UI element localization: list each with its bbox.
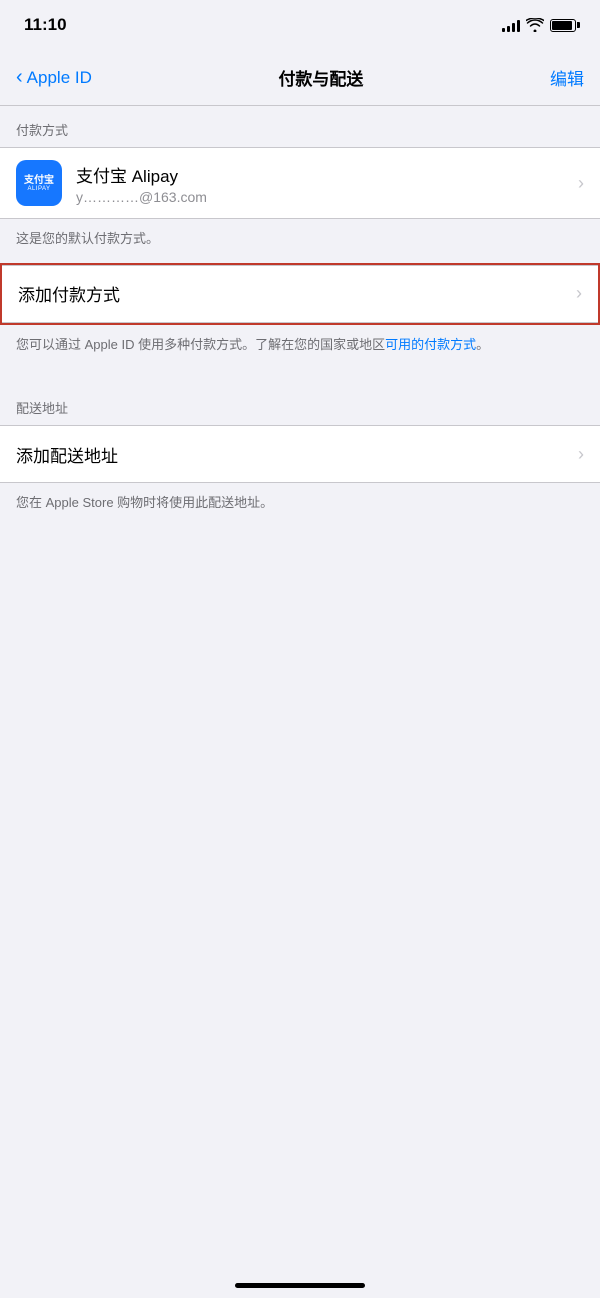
add-delivery-item[interactable]: 添加配送地址 › [0, 426, 600, 482]
alipay-logo-text: 支付宝 [24, 175, 54, 186]
info-text-part1: 您可以通过 Apple ID 使用多种付款方式。了解在您的国家或地区 [16, 337, 385, 352]
alipay-email: y…………@163.com [76, 189, 570, 205]
nav-bar: ‹ Apple ID 付款与配送 编辑 [0, 50, 600, 106]
alipay-content: 支付宝 Alipay y…………@163.com [76, 162, 570, 205]
back-button[interactable]: ‹ Apple ID [16, 68, 92, 88]
default-payment-text: 这是您的默认付款方式。 [0, 219, 600, 263]
alipay-sub-text: ALIPAY [27, 186, 50, 192]
battery-icon [550, 19, 576, 32]
payment-info-text: 您可以通过 Apple ID 使用多种付款方式。了解在您的国家或地区可用的付款方… [0, 325, 600, 369]
edit-button[interactable]: 编辑 [550, 65, 584, 90]
delivery-list: 添加配送地址 › [0, 425, 600, 483]
add-payment-wrapper: 添加付款方式 › [0, 263, 600, 325]
payment-list: 支付宝 ALIPAY 支付宝 Alipay y…………@163.com › [0, 147, 600, 219]
chevron-right-icon: › [576, 283, 582, 304]
back-label: Apple ID [27, 68, 92, 88]
chevron-right-icon: › [578, 444, 584, 465]
alipay-logo: 支付宝 ALIPAY [16, 160, 62, 206]
alipay-name: 支付宝 Alipay [76, 162, 570, 187]
home-indicator [235, 1283, 365, 1288]
delivery-info-text: 您在 Apple Store 购物时将使用此配送地址。 [0, 483, 600, 527]
alipay-item[interactable]: 支付宝 ALIPAY 支付宝 Alipay y…………@163.com › [0, 148, 600, 218]
info-text-part2: 。 [476, 337, 489, 352]
status-time: 11:10 [24, 15, 67, 35]
status-icons [502, 18, 576, 32]
add-delivery-label: 添加配送地址 [16, 442, 570, 467]
add-payment-label: 添加付款方式 [18, 281, 568, 306]
status-bar: 11:10 [0, 0, 600, 50]
chevron-left-icon: ‹ [16, 67, 23, 87]
signal-icon [502, 18, 520, 32]
delivery-section-header: 配送地址 [0, 384, 600, 425]
chevron-right-icon: › [578, 173, 584, 194]
add-payment-item[interactable]: 添加付款方式 › [2, 266, 598, 322]
delivery-section: 配送地址 添加配送地址 › 您在 Apple Store 购物时将使用此配送地址… [0, 384, 600, 527]
available-payment-link[interactable]: 可用的付款方式 [385, 337, 476, 352]
add-payment-list: 添加付款方式 › [2, 265, 598, 323]
wifi-icon [526, 18, 544, 32]
page-title: 付款与配送 [278, 65, 363, 90]
payment-section-header: 付款方式 [0, 106, 600, 147]
content: 付款方式 支付宝 ALIPAY 支付宝 Alipay y…………@163.com… [0, 106, 600, 527]
